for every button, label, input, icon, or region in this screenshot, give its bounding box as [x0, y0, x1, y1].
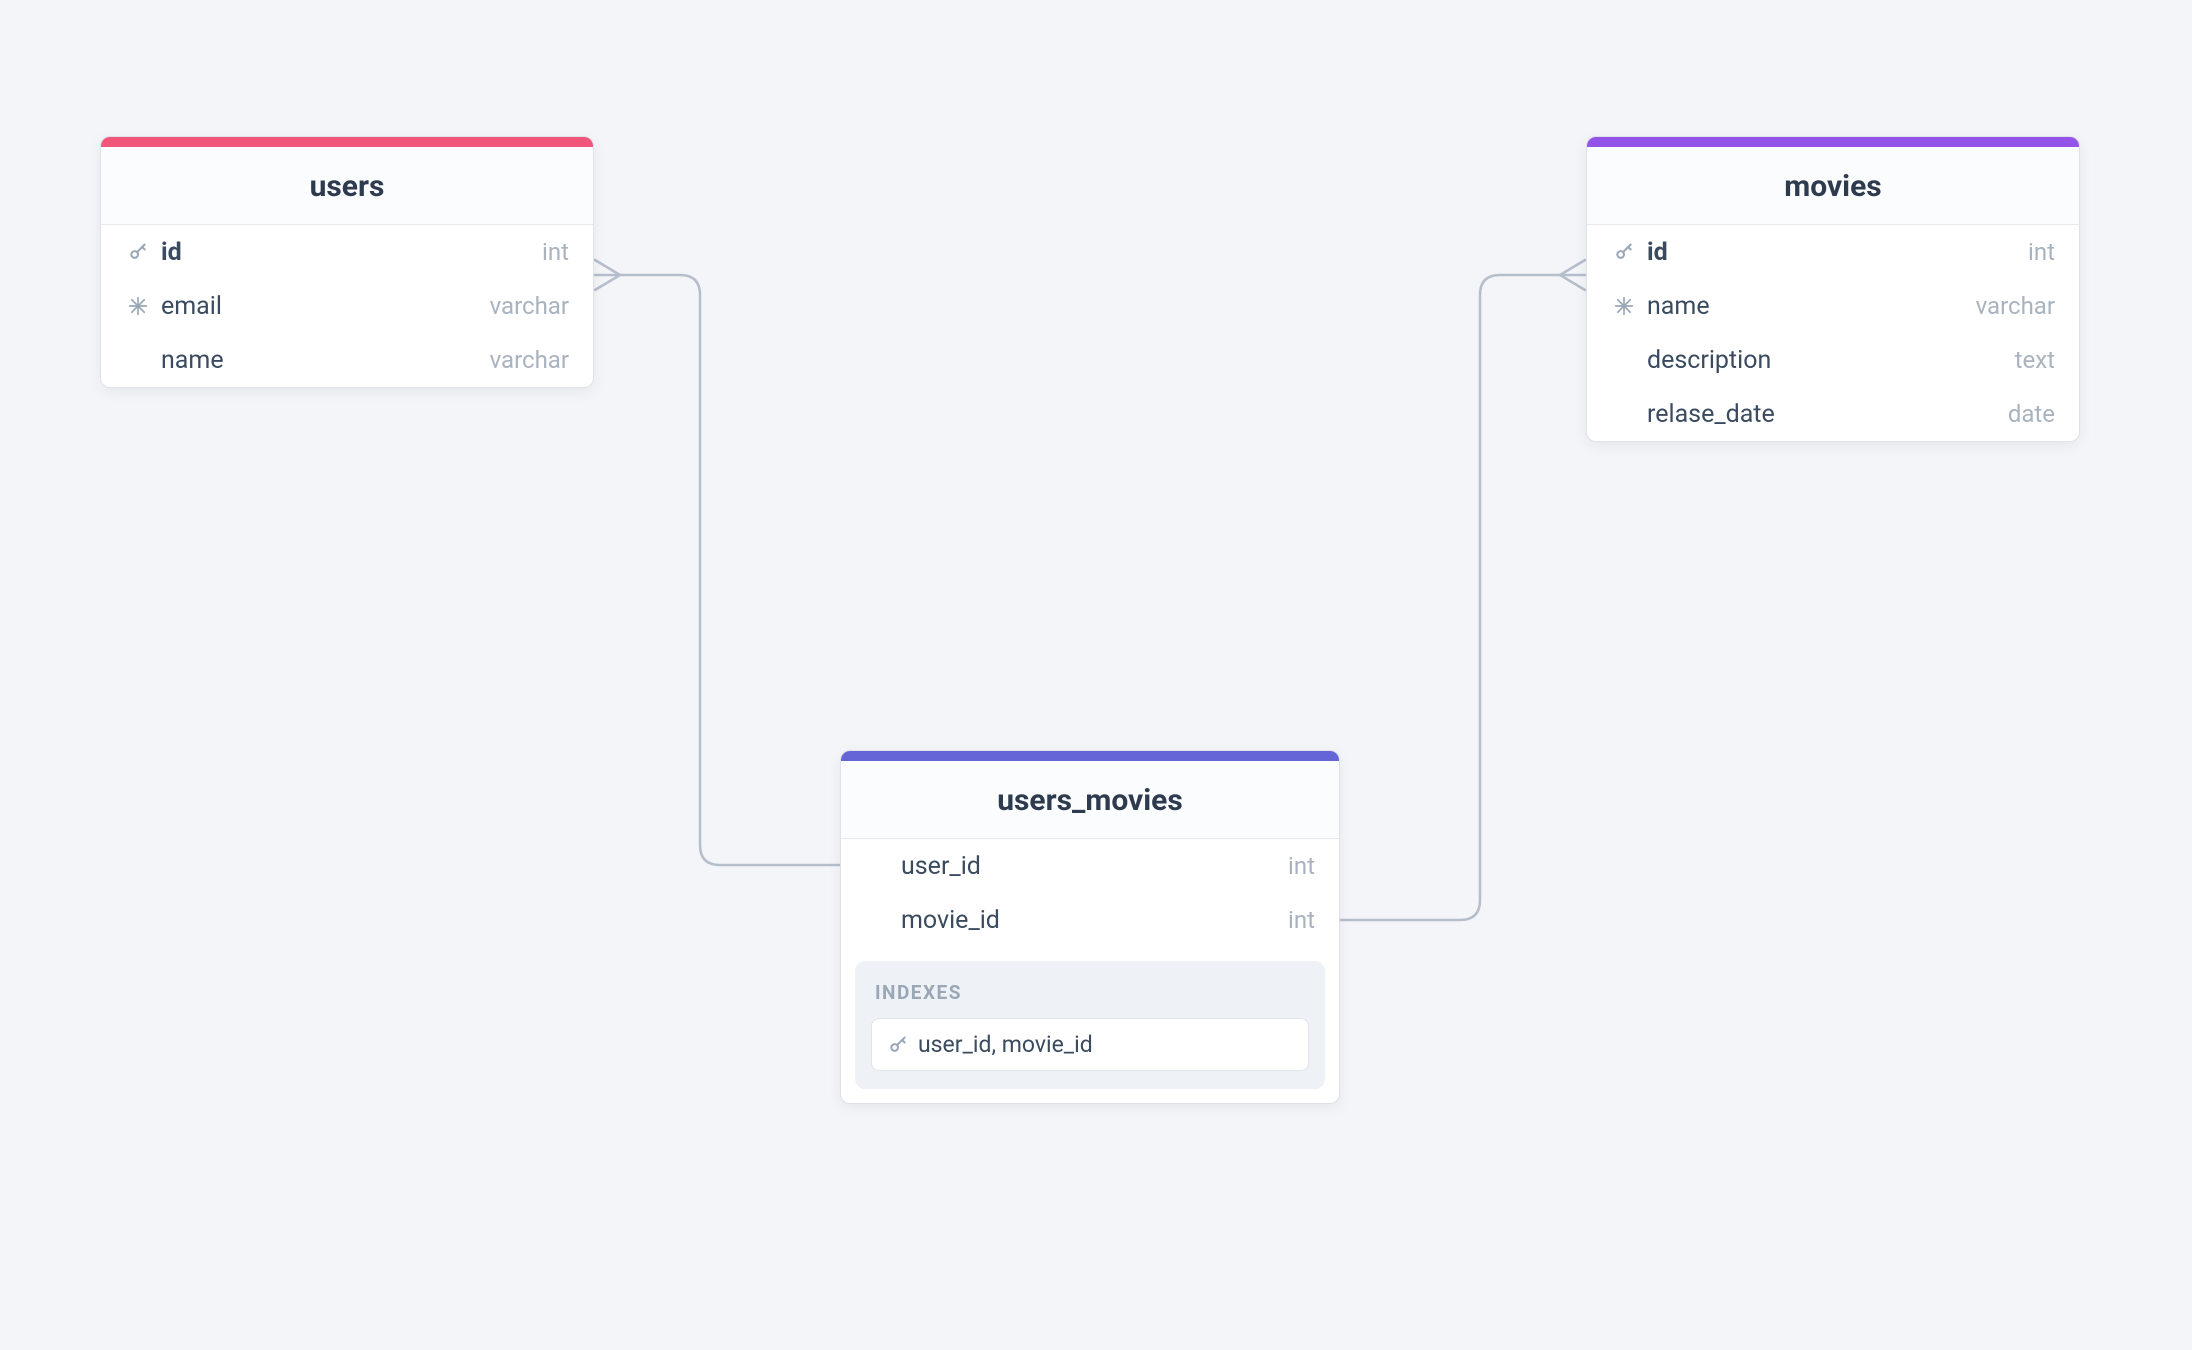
table-title-movies: movies — [1587, 147, 2079, 225]
key-icon — [1611, 242, 1637, 262]
key-icon — [888, 1035, 908, 1055]
column-type: int — [2028, 238, 2055, 266]
column-type: date — [2008, 400, 2055, 428]
snowflake-icon — [1611, 296, 1637, 316]
column-type: varchar — [1976, 292, 2055, 320]
column-row[interactable]: relase_date date — [1587, 387, 2079, 441]
column-type: varchar — [490, 292, 569, 320]
column-row[interactable]: id int — [1587, 225, 2079, 279]
table-movies[interactable]: movies id int name varchar descrip — [1586, 136, 2080, 442]
table-title-users-movies: users_movies — [841, 761, 1339, 839]
column-name: description — [1647, 346, 1771, 375]
column-row[interactable]: email varchar — [101, 279, 593, 333]
indexes-section: INDEXES user_id, movie_id — [855, 961, 1325, 1089]
erd-canvas[interactable]: users id int email varchar name — [0, 0, 2192, 1350]
table-users-movies[interactable]: users_movies user_id int movie_id int IN… — [840, 750, 1340, 1104]
column-name: movie_id — [901, 906, 1000, 935]
column-name: user_id — [901, 852, 981, 881]
column-type: text — [2015, 346, 2055, 374]
column-name: email — [161, 292, 222, 321]
table-accent-users — [101, 137, 593, 147]
indexes-label: INDEXES — [875, 981, 1305, 1004]
column-row[interactable]: id int — [101, 225, 593, 279]
table-accent-users-movies — [841, 751, 1339, 761]
column-name: name — [1647, 292, 1710, 321]
index-text: user_id, movie_id — [918, 1031, 1093, 1058]
table-title-users: users — [101, 147, 593, 225]
column-row[interactable]: description text — [1587, 333, 2079, 387]
column-row[interactable]: name varchar — [1587, 279, 2079, 333]
column-type: int — [542, 238, 569, 266]
column-row[interactable]: user_id int — [841, 839, 1339, 893]
table-accent-movies — [1587, 137, 2079, 147]
column-name: name — [161, 346, 224, 375]
snowflake-icon — [125, 296, 151, 316]
table-users[interactable]: users id int email varchar name — [100, 136, 594, 388]
column-row[interactable]: name varchar — [101, 333, 593, 387]
column-type: int — [1288, 852, 1315, 880]
index-item[interactable]: user_id, movie_id — [871, 1018, 1309, 1071]
key-icon — [125, 242, 151, 262]
column-row[interactable]: movie_id int — [841, 893, 1339, 947]
column-name: relase_date — [1647, 400, 1775, 429]
column-name: id — [1647, 238, 1668, 267]
column-name: id — [161, 238, 182, 267]
column-type: int — [1288, 906, 1315, 934]
column-type: varchar — [490, 346, 569, 374]
